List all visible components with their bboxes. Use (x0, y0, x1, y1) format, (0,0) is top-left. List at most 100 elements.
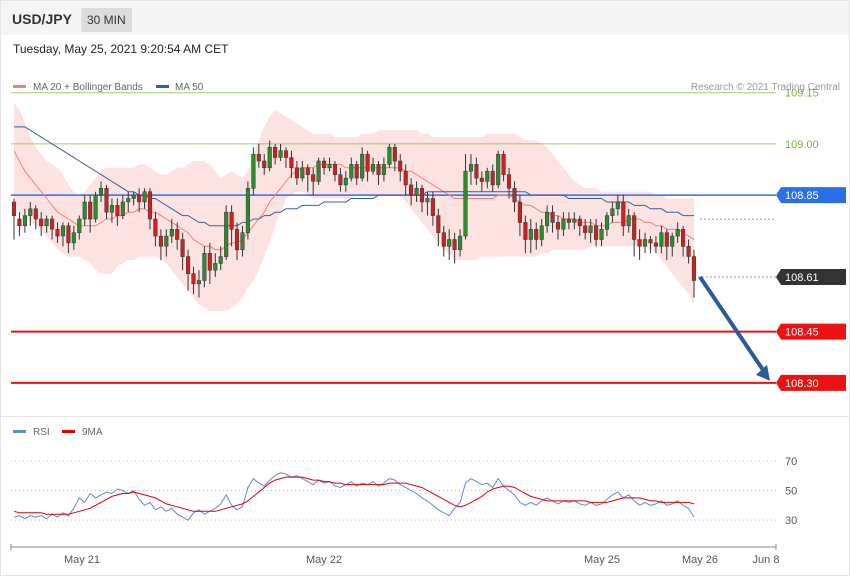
candle-down (305, 167, 310, 175)
candle-up (316, 160, 321, 182)
candle-down (479, 177, 484, 182)
candle-up (267, 147, 272, 169)
candle-down (354, 164, 359, 179)
candle-up (370, 164, 376, 172)
candle-down (637, 239, 642, 247)
level-label-108.61: 108.61 (785, 272, 819, 284)
candle-up (615, 201, 620, 210)
level-label-109.00: 109.00 (785, 139, 819, 151)
candle-up (109, 205, 114, 213)
x-tick-label: May 21 (64, 554, 100, 566)
rsi-ma9-line (13, 476, 695, 515)
candle-up (60, 225, 66, 237)
x-tick-label: May 22 (306, 554, 342, 566)
candle-up (458, 235, 463, 251)
candle-down (566, 218, 571, 223)
candle-up (528, 229, 533, 240)
candle-up (447, 239, 452, 247)
candle-up (572, 218, 577, 223)
candle-down (175, 229, 180, 240)
candle-up (77, 218, 82, 233)
candle-down (88, 201, 93, 220)
candle-down (229, 211, 234, 230)
candle-down (289, 157, 294, 169)
legend-label-9ma: 9MA (82, 427, 103, 438)
candle-up (468, 164, 474, 172)
candle-up (240, 232, 245, 251)
candle-down (322, 160, 327, 169)
legend-swatch-ma50 (156, 85, 169, 88)
candle-down (191, 273, 196, 285)
level-label-108.30: 108.30 (785, 378, 819, 390)
copyright-text: Research © 2021 Trading Central (691, 82, 840, 93)
candle-up (218, 256, 223, 264)
candle-down (153, 218, 158, 237)
candle-up (71, 232, 76, 244)
candle-up (485, 170, 490, 182)
rsi-level-label-50: 50 (785, 486, 797, 498)
candle-down (186, 256, 191, 274)
candle-up (659, 232, 664, 247)
level-label-108.45: 108.45 (785, 327, 819, 339)
candle-up (164, 235, 169, 247)
candle-up (539, 225, 544, 240)
candle-up (561, 218, 566, 230)
candle-down (691, 256, 697, 281)
candle-down (11, 201, 17, 216)
candle-up (626, 215, 631, 227)
candle-down (621, 201, 626, 227)
legend-swatch-9ma (62, 430, 75, 433)
candle-up (120, 201, 125, 216)
candle-down (207, 252, 212, 271)
candle-up (22, 215, 27, 227)
candle-down (398, 160, 403, 172)
rsi-level-label-30: 30 (785, 515, 797, 527)
x-tick-label: Jun 8 (753, 554, 780, 566)
candle-up (213, 263, 218, 271)
candle-down (490, 170, 495, 186)
candle-down (256, 153, 261, 162)
candle-down (17, 218, 22, 227)
panel-divider (1, 416, 849, 417)
candle-down (147, 191, 153, 220)
candle-down (55, 229, 60, 237)
candle-up (610, 208, 615, 216)
candle-down (452, 239, 457, 250)
candle-down (115, 205, 120, 216)
candle-down (474, 164, 479, 179)
candle-up (202, 252, 207, 281)
price-tags: 109.15109.00108.85108.61108.45108.30 (776, 88, 846, 391)
candle-up (588, 225, 593, 233)
candle-up (414, 188, 419, 196)
candle-up (251, 153, 256, 189)
candle-down (594, 225, 599, 240)
candle-up (93, 194, 98, 220)
candle-up (82, 201, 87, 220)
candle-down (686, 246, 691, 257)
candle-down (283, 150, 289, 158)
legend-label-ma20: MA 20 + Bollinger Bands (33, 82, 143, 93)
candle-down (294, 167, 299, 179)
candle-down (419, 188, 425, 203)
candle-down (648, 239, 653, 244)
candle-down (409, 184, 414, 196)
candle-up (349, 164, 354, 179)
candle-up (675, 229, 680, 237)
rsi-legend: RSI 9MA (13, 427, 103, 438)
candle-down (664, 232, 669, 247)
candle-up (126, 198, 131, 203)
candle-up (300, 167, 305, 179)
candle-down (403, 170, 408, 186)
candle-down (365, 153, 370, 172)
candle-down (376, 164, 381, 175)
x-axis: May 21 May 22 May 25 May 26 Jun 8 (10, 544, 780, 566)
candle-up (496, 153, 501, 186)
forecast-arrow (698, 275, 770, 381)
legend-swatch-ma20 (13, 85, 26, 88)
candle-down (512, 188, 517, 203)
candle-up (599, 229, 604, 240)
rsi-line (13, 472, 695, 521)
forecast-arrow-shaft (698, 275, 767, 374)
candle-down (332, 164, 338, 175)
candle-down (39, 218, 44, 227)
